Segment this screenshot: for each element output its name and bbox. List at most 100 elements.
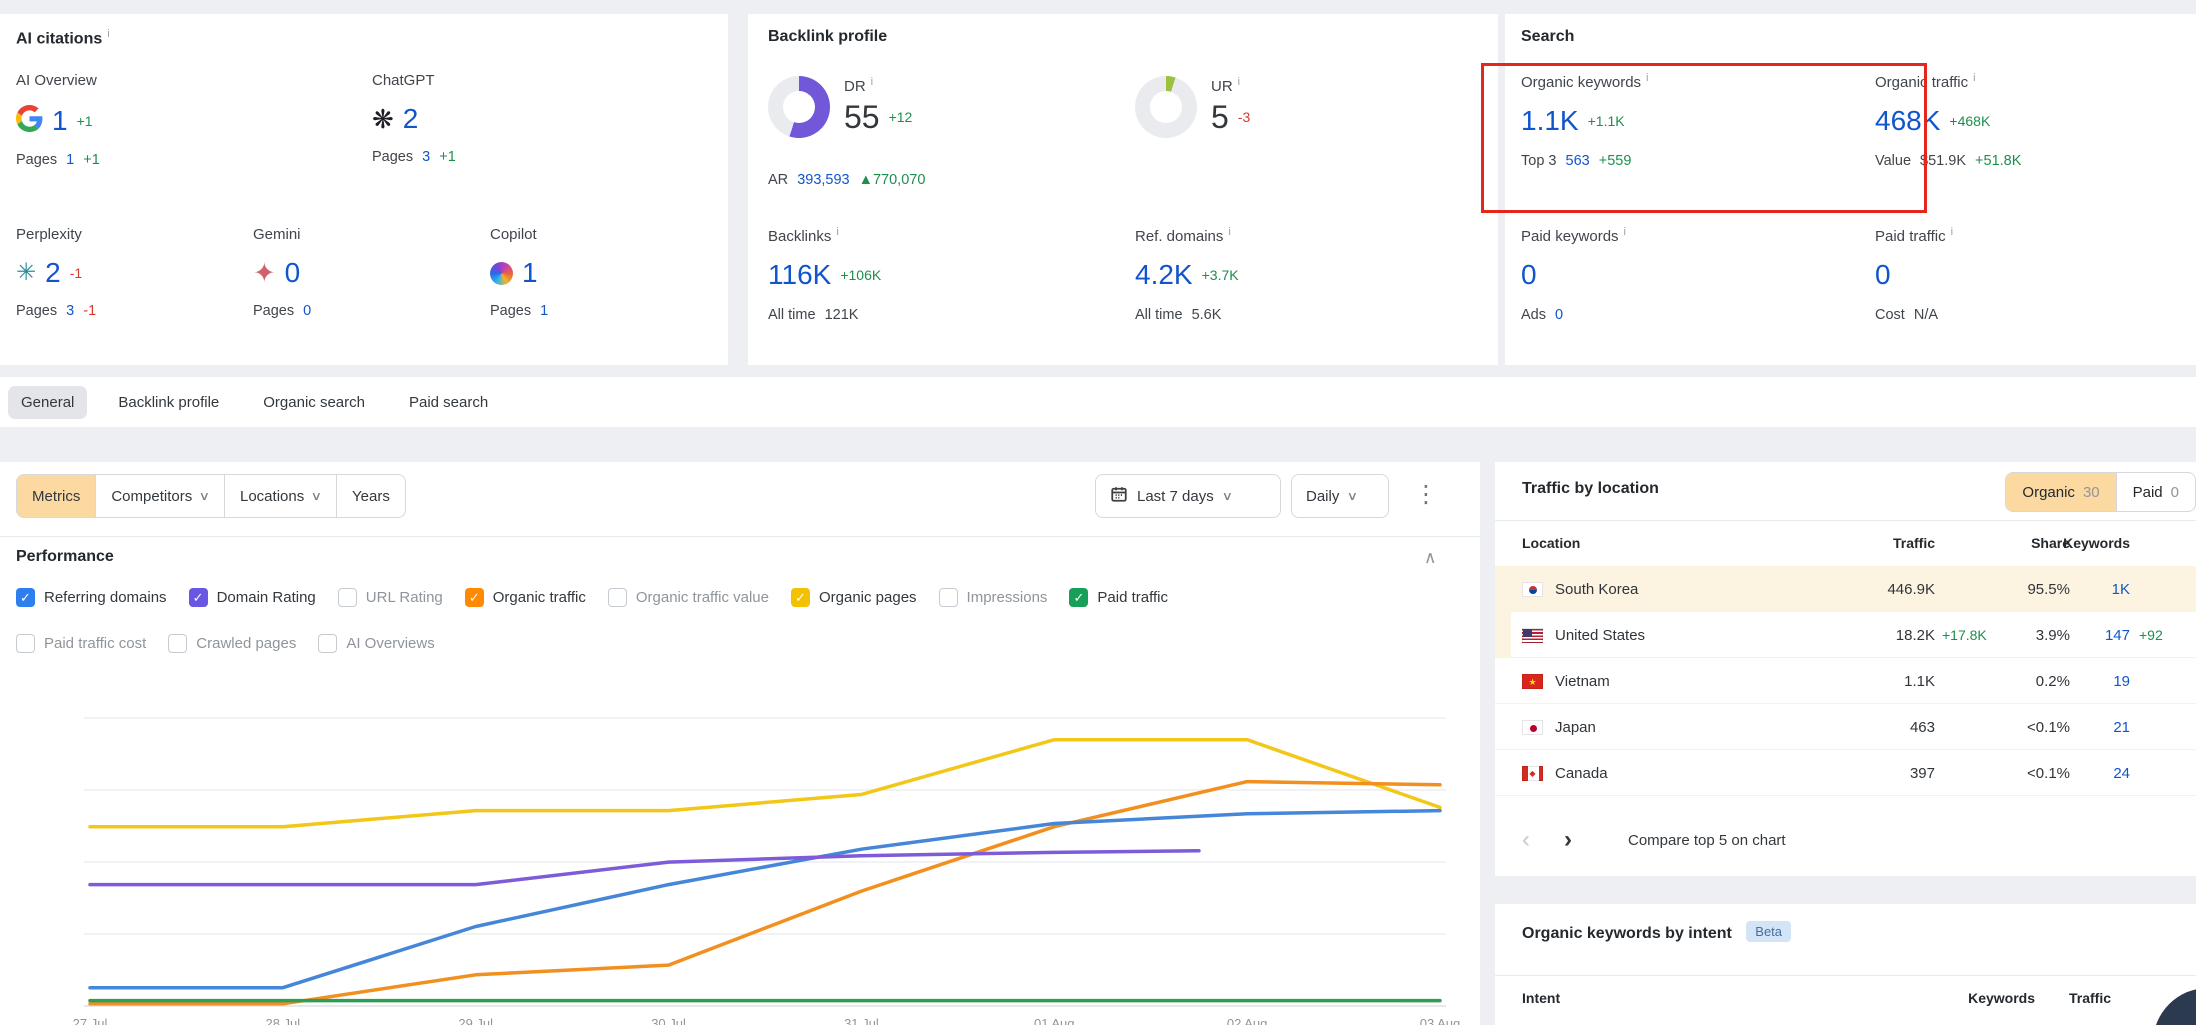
prev-page-icon: ‹ <box>1522 828 1530 852</box>
keywords-link[interactable]: 19 <box>2035 658 2130 704</box>
x-axis-label: 01 Aug <box>1024 1016 1084 1025</box>
ads-link[interactable]: 0 <box>1555 307 1563 323</box>
toggle-paid[interactable]: Paid 0 <box>2117 473 2195 511</box>
performance-card: Metrics Competitors∨ Locations∨ Years La… <box>0 462 1480 1025</box>
info-icon[interactable] <box>871 76 873 88</box>
x-axis-label: 31 Jul <box>831 1016 891 1025</box>
table-row-south-korea[interactable]: South Korea 446.9K 95.5% 1K <box>1495 566 2196 612</box>
keywords-link[interactable]: 24 <box>2035 750 2130 796</box>
organic-paid-toggle: Organic 30 Paid 0 <box>2005 472 2196 512</box>
search-title: Search <box>1521 28 1574 45</box>
table-row-united-states[interactable]: United States 18.2K +17.8K 3.9% 147 +92 <box>1495 612 2196 658</box>
keywords-by-intent-title: Organic keywords by intent <box>1522 925 1732 942</box>
pages-link[interactable]: 3 <box>66 303 74 319</box>
paid-keywords-stat: Paid keywords 0 Ads 0 <box>1521 226 1626 323</box>
compare-top5-link[interactable]: Compare top 5 on chart <box>1628 832 1786 849</box>
keywords-link[interactable]: 1K <box>2035 566 2130 612</box>
metric-organic-pages[interactable]: Organic pages <box>791 588 917 607</box>
table-row-japan[interactable]: Japan 463 <0.1% 21 <box>1495 704 2196 750</box>
metric-impressions[interactable]: Impressions <box>939 588 1048 607</box>
pages-link[interactable]: 0 <box>303 303 311 319</box>
next-page-icon[interactable]: › <box>1564 828 1572 852</box>
ref-domains-value[interactable]: 4.2K <box>1135 261 1193 289</box>
gemini-count[interactable]: 0 <box>285 259 301 287</box>
organic-keywords-value[interactable]: 1.1K <box>1521 107 1579 135</box>
metric-paid-traffic-cost[interactable]: Paid traffic cost <box>16 634 146 653</box>
backlink-profile-card: Backlink profile DR 55 +12 AR 393,593 ▲7… <box>748 14 1498 365</box>
paid-traffic-value[interactable]: 0 <box>1875 261 1891 289</box>
info-icon[interactable] <box>1238 76 1240 88</box>
toggle-organic[interactable]: Organic 30 <box>2006 473 2116 511</box>
metric-checkbox-row-2: Paid traffic cost Crawled pages AI Overv… <box>16 634 457 653</box>
info-icon[interactable] <box>1624 226 1626 238</box>
keywords-by-intent-card: Organic keywords by intent Beta Intent K… <box>1495 904 2196 1025</box>
x-axis-label: 30 Jul <box>639 1016 699 1025</box>
ur-donut <box>1135 76 1197 138</box>
metric-organic-traffic[interactable]: Organic traffic <box>465 588 586 607</box>
ur-stat: UR 5 -3 <box>1211 76 1250 133</box>
pages-link[interactable]: 1 <box>540 303 548 319</box>
organic-traffic-stat: Organic traffic 468K +468K Value $51.9K … <box>1875 72 2026 169</box>
metric-domain-rating[interactable]: Domain Rating <box>189 588 316 607</box>
segment-metrics[interactable]: Metrics <box>17 475 96 517</box>
ai-citations-card: AI citations AI Overview 1 +1 Pages 1 +1… <box>0 14 728 365</box>
x-axis-label: 02 Aug <box>1217 1016 1277 1025</box>
segment-competitors[interactable]: Competitors∨ <box>96 475 225 517</box>
ar-link[interactable]: 393,593 <box>797 172 849 188</box>
dashboard: AI citations AI Overview 1 +1 Pages 1 +1… <box>0 0 2196 1025</box>
info-icon[interactable] <box>836 226 838 238</box>
metric-referring-domains[interactable]: Referring domains <box>16 588 167 607</box>
metric-crawled-pages[interactable]: Crawled pages <box>168 634 296 653</box>
paid-keywords-value[interactable]: 0 <box>1521 261 1537 289</box>
dr-donut <box>768 76 830 138</box>
perplexity-count[interactable]: 2 <box>45 259 61 287</box>
paid-traffic-stat: Paid traffic 0 Cost N/A <box>1875 226 1953 323</box>
kebab-menu-icon[interactable]: ⋮ <box>1414 480 1438 509</box>
backlinks-value[interactable]: 116K <box>768 261 831 289</box>
metric-url-rating[interactable]: URL Rating <box>338 588 443 607</box>
tab-paid-search[interactable]: Paid search <box>396 386 501 419</box>
info-icon[interactable] <box>1646 72 1648 84</box>
copilot-count[interactable]: 1 <box>522 259 538 287</box>
ai-overview-count[interactable]: 1 <box>52 107 68 135</box>
granularity-button[interactable]: Daily ∨ <box>1291 474 1389 518</box>
metric-paid-traffic[interactable]: Paid traffic <box>1069 588 1168 607</box>
metric-organic-traffic-value[interactable]: Organic traffic value <box>608 588 769 607</box>
metric-checkbox-row-1: Referring domains Domain Rating URL Rati… <box>16 588 1190 607</box>
backlink-profile-title: Backlink profile <box>768 28 887 45</box>
info-icon[interactable] <box>107 28 109 40</box>
x-axis-label: 28 Jul <box>253 1016 313 1025</box>
top3-link[interactable]: 563 <box>1566 153 1590 169</box>
table-row-vietnam[interactable]: Vietnam 1.1K 0.2% 19 <box>1495 658 2196 704</box>
ar-row: AR 393,593 ▲770,070 <box>768 172 930 188</box>
keywords-link[interactable]: 21 <box>2035 704 2130 750</box>
pages-link[interactable]: 1 <box>66 152 74 168</box>
performance-line-chart[interactable] <box>84 678 1446 1010</box>
divider <box>0 536 1480 537</box>
perplexity-icon: ✳ <box>16 261 36 285</box>
tab-general[interactable]: General <box>8 386 87 419</box>
ai-citation-copilot: Copilot 1 Pages 1 <box>490 226 700 319</box>
collapse-chevron-icon[interactable]: ∧ <box>1424 548 1436 568</box>
date-range-button[interactable]: Last 7 days ∨ <box>1095 474 1281 518</box>
chevron-down-icon: ∨ <box>311 489 322 503</box>
traffic-by-location-card: Traffic by location Organic 30 Paid 0 Lo… <box>1495 462 2196 876</box>
organic-keywords-stat: Organic keywords 1.1K +1.1K Top 3 563 +5… <box>1521 72 1649 169</box>
beta-badge: Beta <box>1746 921 1791 942</box>
info-icon[interactable] <box>1951 226 1953 238</box>
tab-backlink-profile[interactable]: Backlink profile <box>105 386 232 419</box>
metric-ai-overviews[interactable]: AI Overviews <box>318 634 434 653</box>
segment-locations[interactable]: Locations∨ <box>225 475 337 517</box>
backlinks-stat: Backlinks 116K +106K All time 121K <box>768 226 881 323</box>
segment-years[interactable]: Years <box>337 475 405 517</box>
tab-organic-search[interactable]: Organic search <box>250 386 378 419</box>
section-tabbar: General Backlink profile Organic search … <box>0 377 2196 427</box>
table-row-canada[interactable]: Canada 397 <0.1% 24 <box>1495 750 2196 796</box>
info-icon[interactable] <box>1228 226 1230 238</box>
organic-traffic-value[interactable]: 468K <box>1875 107 1940 135</box>
info-icon[interactable] <box>1973 72 1975 84</box>
pages-link[interactable]: 3 <box>422 149 430 165</box>
chatgpt-count[interactable]: 2 <box>403 105 419 133</box>
flag-vietnam-icon <box>1522 674 1543 689</box>
keywords-link[interactable]: 147 <box>2035 612 2130 658</box>
